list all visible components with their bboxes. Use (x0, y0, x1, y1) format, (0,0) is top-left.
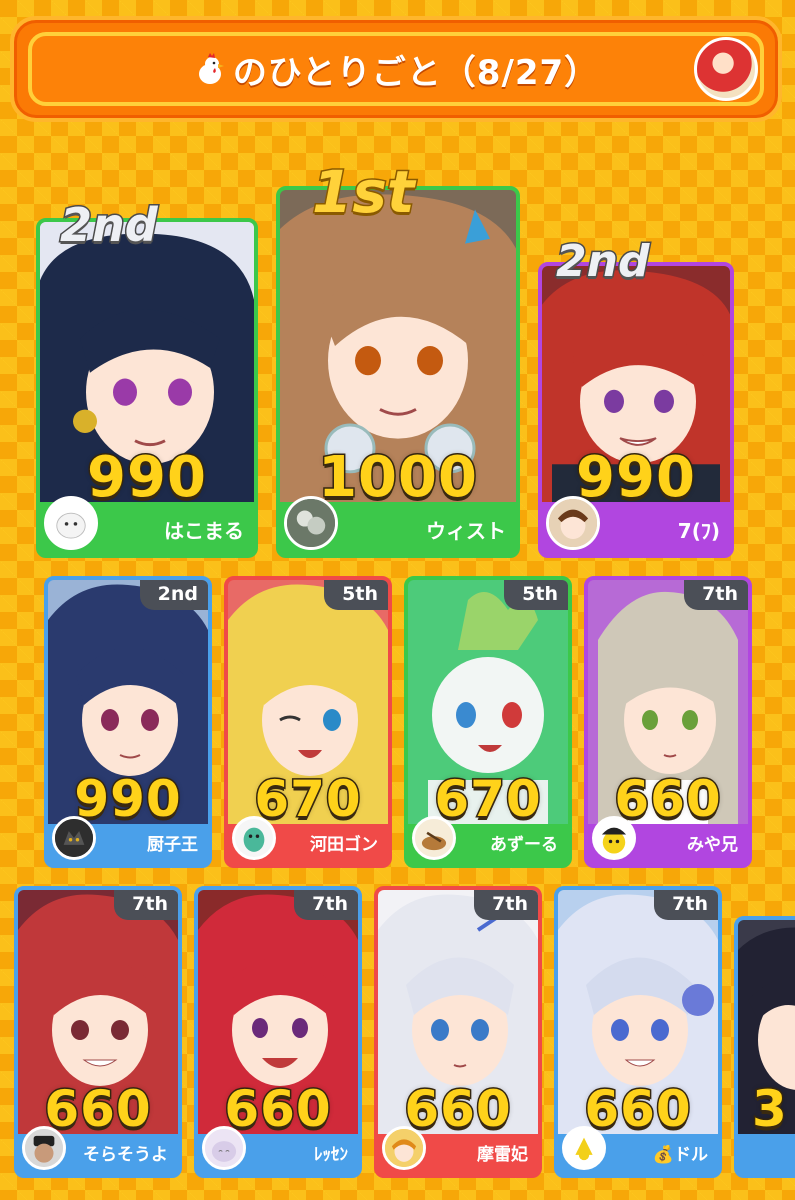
page-title: のひとりごと（8/27） (232, 52, 600, 93)
rank-badge: 7th (114, 890, 178, 920)
rank-badge: 7th (684, 580, 748, 610)
player-name: はこまる (164, 519, 244, 543)
user-avatar[interactable] (694, 37, 758, 101)
rank-medal-silver: 2nd (554, 235, 650, 289)
player-avatar[interactable] (52, 816, 96, 860)
ranking-card-first[interactable]: 1000 ウィスト (276, 186, 520, 558)
player-name: ウィスト (426, 519, 506, 543)
rank-badge: 7th (474, 890, 538, 920)
player-avatar[interactable] (284, 496, 338, 550)
title-banner-inner: のひとりごと（8/27） (28, 32, 764, 106)
player-avatar[interactable] (232, 816, 276, 860)
rank-badge: 2nd (139, 580, 208, 610)
rank-badge: 5th (504, 580, 568, 610)
ranking-card[interactable]: 7th 660 摩雷妃 (374, 886, 542, 1178)
player-avatar[interactable] (382, 1126, 426, 1170)
player-avatar[interactable] (22, 1126, 66, 1170)
chicken-icon (198, 53, 224, 84)
rank-badge: 5th (324, 580, 388, 610)
rank-badge: 7th (294, 890, 358, 920)
player-name: あずーる (490, 835, 558, 855)
player-avatar[interactable] (44, 496, 98, 550)
ranking-card[interactable]: 7th 660 ﾚｯｾﾝ (194, 886, 362, 1178)
player-name: 💰ドル (652, 1145, 708, 1165)
player-avatar[interactable] (546, 496, 600, 550)
ranking-card[interactable]: 7th 660 💰ドル (554, 886, 722, 1178)
ranking-card[interactable]: 7th 660 みや兄 (584, 576, 752, 868)
page-title-wrap: のひとりごと（8/27） (32, 36, 760, 102)
player-name: 河田ゴン (310, 835, 378, 855)
player-name: 厨子王 (147, 835, 198, 855)
player-name: ﾚｯｾﾝ (314, 1145, 348, 1165)
player-avatar[interactable] (202, 1126, 246, 1170)
player-avatar[interactable] (592, 816, 636, 860)
ranking-card-partial[interactable]: 3 (734, 916, 795, 1178)
rank-medal-gold: 1st (311, 157, 417, 228)
player-name: 7(ﾌ) (677, 519, 720, 543)
player-name: みや兄 (687, 835, 738, 855)
score-value: 3 (751, 1079, 789, 1140)
title-banner: のひとりごと（8/27） (10, 16, 782, 122)
ranking-card[interactable]: 5th 670 河田ゴン (224, 576, 392, 868)
player-avatar[interactable] (412, 816, 456, 860)
ranking-card[interactable]: 5th 670 あずーる (404, 576, 572, 868)
rank-medal-silver: 2nd (59, 197, 160, 254)
player-name: 摩雷妃 (477, 1145, 528, 1165)
card-footer (738, 1134, 795, 1174)
ranking-card[interactable]: 990 はこまる (36, 218, 258, 558)
player-name: そらそうよ (83, 1145, 168, 1165)
rank-badge: 7th (654, 890, 718, 920)
ranking-card[interactable]: 990 7(ﾌ) (538, 262, 734, 558)
ranking-card[interactable]: 7th 660 そらそうよ (14, 886, 182, 1178)
player-avatar[interactable] (562, 1126, 606, 1170)
ranking-card[interactable]: 2nd 990 厨子王 (44, 576, 212, 868)
